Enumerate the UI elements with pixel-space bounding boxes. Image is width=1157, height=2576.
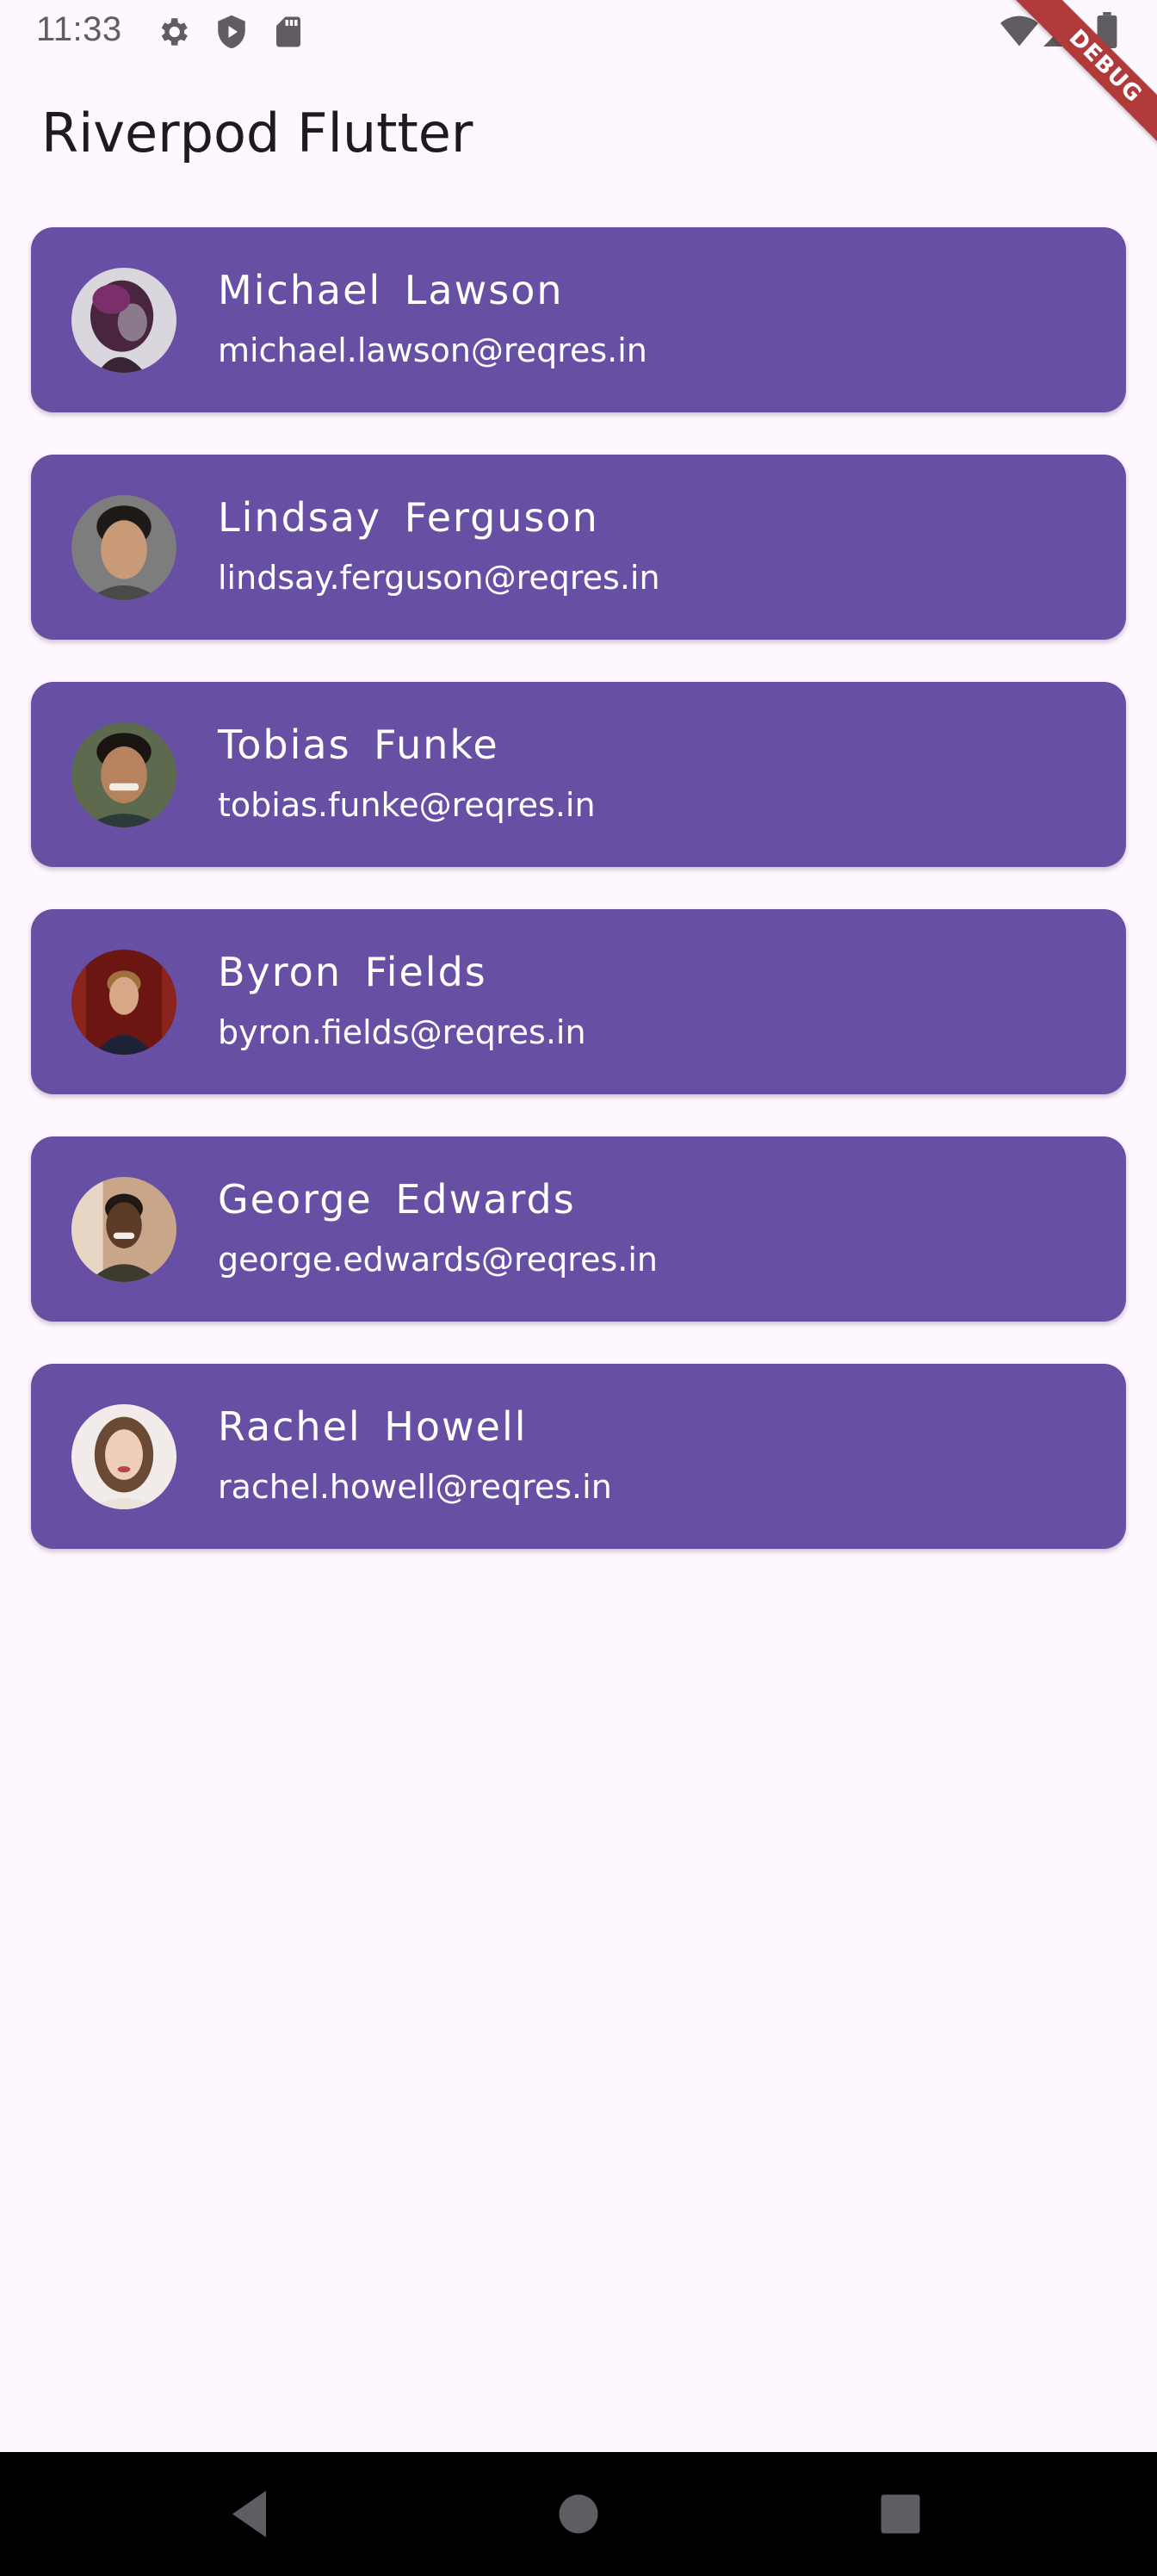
user-name: Tobias Funke — [218, 721, 499, 768]
user-name: Lindsay Ferguson — [218, 494, 599, 541]
debug-banner-label: DEBUG — [1002, 0, 1157, 170]
page-title: Riverpod Flutter — [41, 102, 473, 164]
avatar — [71, 268, 176, 373]
user-email: george.edwards@reqres.in — [218, 1241, 658, 1279]
user-email: rachel.howell@reqres.in — [218, 1468, 612, 1506]
user-name: Rachel Howell — [218, 1403, 528, 1450]
user-card[interactable]: Byron Fields byron.fields@reqres.in — [31, 909, 1126, 1094]
user-email: lindsay.ferguson@reqres.in — [218, 559, 660, 597]
user-card[interactable]: Rachel Howell rachel.howell@reqres.in — [31, 1364, 1126, 1549]
user-email: byron.fields@reqres.in — [218, 1013, 586, 1051]
user-card[interactable]: Lindsay Ferguson lindsay.ferguson@reqres… — [31, 455, 1126, 640]
avatar — [71, 1404, 176, 1509]
user-card[interactable]: Michael Lawson michael.lawson@reqres.in — [31, 227, 1126, 412]
avatar — [71, 495, 176, 600]
sd-card-icon — [270, 14, 306, 54]
status-time: 11:33 — [36, 10, 122, 48]
user-email: michael.lawson@reqres.in — [218, 331, 647, 369]
gear-icon — [155, 14, 191, 54]
avatar — [71, 1177, 176, 1282]
back-icon[interactable] — [222, 2483, 284, 2545]
avatar — [71, 950, 176, 1055]
user-name: Michael Lawson — [218, 267, 564, 313]
user-list: Michael Lawson michael.lawson@reqres.in … — [31, 227, 1126, 1591]
user-email: tobias.funke@reqres.in — [218, 786, 596, 824]
user-name: Byron Fields — [218, 949, 487, 995]
status-bar: 11:33 — [0, 0, 1157, 64]
system-nav-bar — [0, 2452, 1157, 2576]
shield-play-icon — [213, 14, 250, 54]
user-name: George Edwards — [218, 1176, 576, 1223]
user-card[interactable]: Tobias Funke tobias.funke@reqres.in — [31, 682, 1126, 867]
home-icon[interactable] — [548, 2483, 609, 2545]
debug-banner: DEBUG — [985, 0, 1157, 172]
recents-icon[interactable] — [869, 2483, 931, 2545]
avatar — [71, 722, 176, 827]
user-card[interactable]: George Edwards george.edwards@reqres.in — [31, 1136, 1126, 1322]
